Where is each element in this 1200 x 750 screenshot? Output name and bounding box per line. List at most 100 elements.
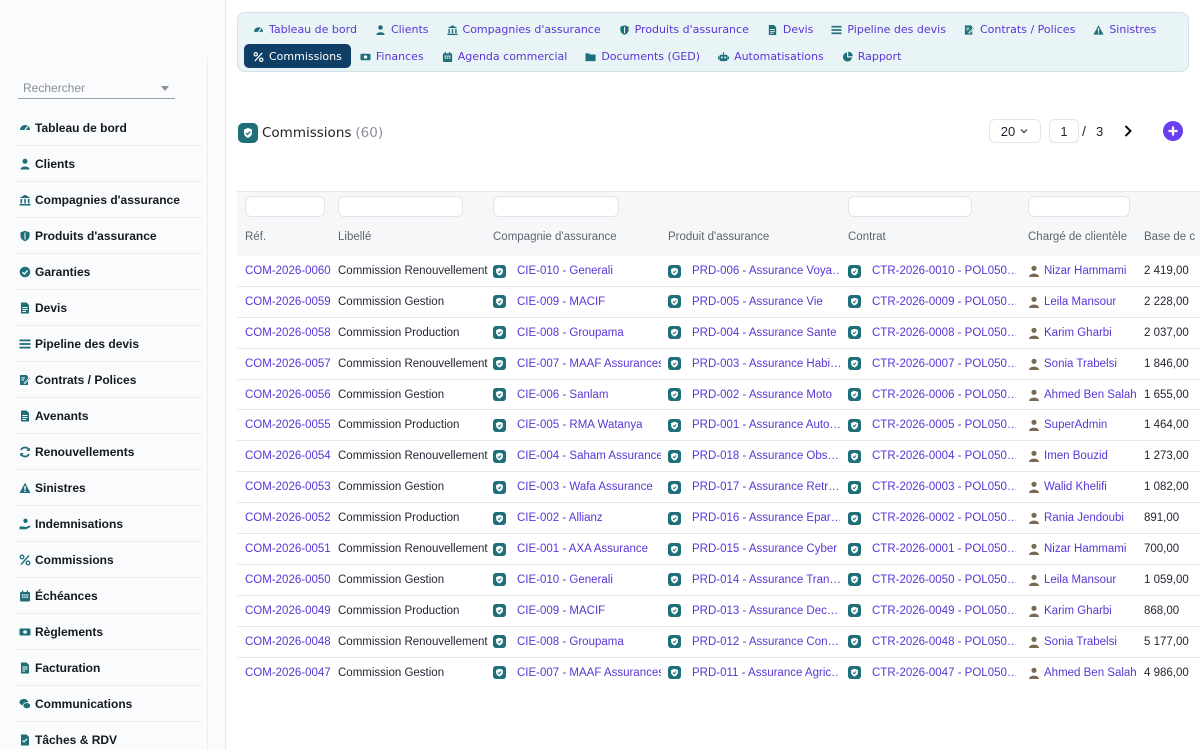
table-row[interactable]: COM-2026-0054 Commission Renouvellement CI… (237, 441, 1200, 473)
tab-contrats-polices[interactable]: Contrats / Polices (955, 17, 1084, 41)
tab-documents-ged[interactable]: Documents (GED) (576, 44, 709, 68)
table-row[interactable]: COM-2026-0056 Commission Gestion CIE-006 -… (237, 379, 1200, 411)
product-link[interactable]: PRD-015 - Assurance Cyber (692, 543, 837, 555)
filter-label-input[interactable] (338, 196, 463, 217)
company-link[interactable]: CIE-008 - Groupama (517, 327, 624, 339)
company-link[interactable]: CIE-004 - Saham Assurance (517, 450, 661, 462)
sidebar-item-clients[interactable]: Clients (16, 146, 202, 182)
next-page-button[interactable] (1121, 118, 1135, 144)
agent-link[interactable]: Karim Gharbi (1044, 605, 1112, 617)
filter-agent-input[interactable] (1028, 196, 1130, 217)
table-row[interactable]: COM-2026-0060 Commission Renouvellement CI… (237, 256, 1200, 287)
contract-link[interactable]: CTR-2026-0003 - POL050… (872, 481, 1016, 493)
add-button[interactable] (1163, 121, 1183, 141)
agent-link[interactable]: Nizar Hammami (1044, 543, 1126, 555)
agent-link[interactable]: SuperAdmin (1044, 419, 1107, 431)
ref-link[interactable]: COM-2026-0055 (245, 419, 331, 431)
product-link[interactable]: PRD-012 - Assurance Con… (692, 636, 839, 648)
contract-link[interactable]: CTR-2026-0002 - POL050… (872, 512, 1016, 524)
product-link[interactable]: PRD-014 - Assurance Tran… (692, 574, 840, 586)
company-link[interactable]: CIE-005 - RMA Watanya (517, 419, 642, 431)
tab-devis[interactable]: Devis (758, 17, 823, 41)
ref-link[interactable]: COM-2026-0053 (245, 481, 331, 493)
tab-pipeline-des-devis[interactable]: Pipeline des devis (822, 17, 955, 41)
agent-link[interactable]: Leila Mansour (1044, 574, 1116, 586)
col-company-header[interactable]: Compagnie d'assurance (493, 231, 617, 243)
agent-link[interactable]: Nizar Hammami (1044, 265, 1126, 277)
tab-compagnies-d-assurance[interactable]: Compagnies d'assurance (438, 17, 610, 41)
col-product-header[interactable]: Produit d'assurance (668, 231, 769, 243)
product-link[interactable]: PRD-004 - Assurance Sante (692, 327, 836, 339)
company-link[interactable]: CIE-001 - AXA Assurance (517, 543, 648, 555)
product-link[interactable]: PRD-016 - Assurance Epar… (692, 512, 840, 524)
company-link[interactable]: CIE-010 - Generali (517, 574, 613, 586)
contract-link[interactable]: CTR-2026-0010 - POL050… (872, 265, 1016, 277)
contract-link[interactable]: CTR-2026-0049 - POL050… (872, 605, 1016, 617)
sidebar-item-compagnies-d-assurance[interactable]: Compagnies d'assurance (16, 182, 202, 218)
ref-link[interactable]: COM-2026-0058 (245, 327, 331, 339)
tab-commissions[interactable]: Commissions (244, 44, 351, 68)
per-page-select[interactable]: 20 (989, 118, 1041, 144)
col-ref-header[interactable]: Réf. (245, 231, 266, 243)
product-link[interactable]: PRD-003 - Assurance Habi… (692, 358, 840, 370)
sidebar-item-contrats-polices[interactable]: Contrats / Polices (16, 362, 202, 398)
agent-link[interactable]: Karim Gharbi (1044, 327, 1112, 339)
ref-link[interactable]: COM-2026-0057 (245, 358, 331, 370)
product-link[interactable]: PRD-006 - Assurance Voya… (692, 265, 840, 277)
company-link[interactable]: CIE-003 - Wafa Assurance (517, 481, 653, 493)
product-link[interactable]: PRD-011 - Assurance Agric… (692, 667, 840, 679)
filter-company-input[interactable] (493, 196, 619, 217)
tab-finances[interactable]: Finances (351, 44, 433, 68)
sidebar-item-echeances[interactable]: Échéances (16, 578, 202, 614)
sidebar-item-communications[interactable]: Communications (16, 686, 202, 722)
table-row[interactable]: COM-2026-0055 Commission Production CIE-00… (237, 410, 1200, 442)
table-row[interactable]: COM-2026-0050 Commission Gestion CIE-010 -… (237, 564, 1200, 596)
table-row[interactable]: COM-2026-0048 Commission Renouvellement CI… (237, 626, 1200, 658)
ref-link[interactable]: COM-2026-0047 (245, 667, 331, 679)
agent-link[interactable]: Sonia Trabelsi (1044, 358, 1117, 370)
tab-automatisations[interactable]: Automatisations (709, 44, 833, 68)
contract-link[interactable]: CTR-2026-0005 - POL050… (872, 419, 1016, 431)
ref-link[interactable]: COM-2026-0054 (245, 450, 331, 462)
company-link[interactable]: CIE-006 - Sanlam (517, 389, 608, 401)
filter-contract-input[interactable] (848, 196, 972, 217)
sidebar-item-indemnisations[interactable]: Indemnisations (16, 506, 202, 542)
chevron-down-icon[interactable] (161, 86, 169, 91)
table-row[interactable]: COM-2026-0059 Commission Gestion CIE-009 -… (237, 286, 1200, 318)
tab-agenda-commercial[interactable]: Agenda commercial (433, 44, 577, 68)
agent-link[interactable]: Imen Bouzid (1044, 450, 1108, 462)
product-link[interactable]: PRD-013 - Assurance Dec… (692, 605, 838, 617)
sidebar-item-tableau-de-bord[interactable]: Tableau de bord (16, 110, 202, 146)
company-link[interactable]: CIE-007 - MAAF Assurances (517, 667, 661, 679)
company-link[interactable]: CIE-009 - MACIF (517, 296, 605, 308)
product-link[interactable]: PRD-001 - Assurance Auto… (692, 419, 840, 431)
sidebar-item-reglements[interactable]: Règlements (16, 614, 202, 650)
sidebar-item-facturation[interactable]: Facturation (16, 650, 202, 686)
sidebar-item-pipeline-des-devis[interactable]: Pipeline des devis (16, 326, 202, 362)
agent-link[interactable]: Ahmed Ben Salah (1044, 667, 1137, 679)
sidebar-item-renouvellements[interactable]: Renouvellements (16, 434, 202, 470)
table-row[interactable]: COM-2026-0051 Commission Renouvellement CI… (237, 534, 1200, 565)
contract-link[interactable]: CTR-2026-0050 - POL050… (872, 574, 1016, 586)
product-link[interactable]: PRD-017 - Assurance Retr… (692, 481, 840, 493)
sidebar-item-taches-rdv[interactable]: Tâches & RDV (16, 722, 202, 750)
col-label-header[interactable]: Libellé (338, 231, 371, 243)
page-number-input[interactable]: 1 (1049, 118, 1079, 144)
company-link[interactable]: CIE-007 - MAAF Assurances (517, 358, 661, 370)
ref-link[interactable]: COM-2026-0049 (245, 605, 331, 617)
table-row[interactable]: COM-2026-0047 Commission Gestion CIE-007 -… (237, 657, 1200, 687)
ref-link[interactable]: COM-2026-0056 (245, 389, 331, 401)
col-base-header[interactable]: Base de c (1144, 231, 1195, 243)
product-link[interactable]: PRD-002 - Assurance Moto (692, 389, 832, 401)
table-row[interactable]: COM-2026-0058 Commission Production CIE-00… (237, 317, 1200, 349)
tab-sinistres[interactable]: Sinistres (1084, 17, 1165, 41)
tab-produits-d-assurance[interactable]: Produits d'assurance (610, 17, 758, 41)
ref-link[interactable]: COM-2026-0052 (245, 512, 331, 524)
table-row[interactable]: COM-2026-0057 Commission Renouvellement CI… (237, 348, 1200, 380)
filter-ref-input[interactable] (245, 196, 325, 217)
product-link[interactable]: PRD-005 - Assurance Vie (692, 296, 823, 308)
company-link[interactable]: CIE-010 - Generali (517, 265, 613, 277)
tab-tableau-de-bord[interactable]: Tableau de bord (244, 17, 366, 41)
agent-link[interactable]: Sonia Trabelsi (1044, 636, 1117, 648)
company-link[interactable]: CIE-009 - MACIF (517, 605, 605, 617)
